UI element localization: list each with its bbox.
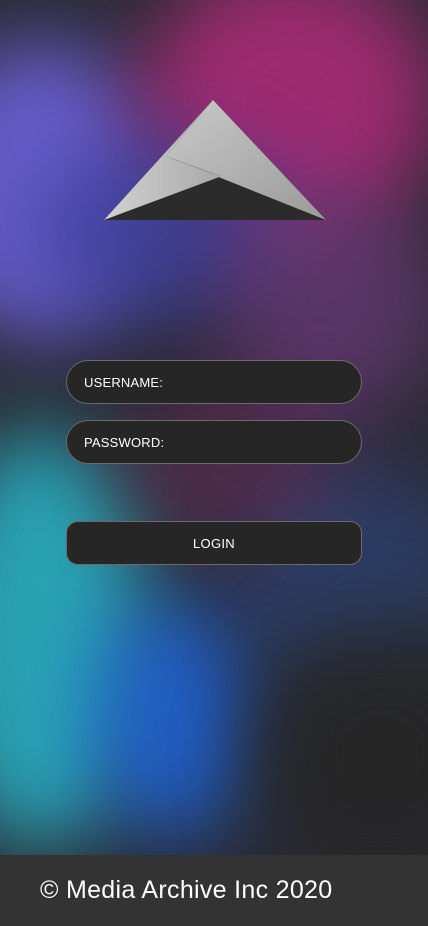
login-button[interactable]: LOGIN xyxy=(66,521,362,565)
username-label: USERNAME: xyxy=(84,374,164,390)
password-field[interactable]: PASSWORD: xyxy=(66,420,362,464)
password-label: PASSWORD: xyxy=(84,434,165,450)
background-blob xyxy=(90,600,260,840)
footer: © Media Archive Inc 2020 xyxy=(0,855,428,926)
username-field[interactable]: USERNAME: xyxy=(66,360,362,404)
login-button-label: LOGIN xyxy=(193,535,235,551)
copyright-text: © Media Archive Inc 2020 xyxy=(40,876,333,904)
login-screen: USERNAME: PASSWORD: LOGIN © Media Archiv… xyxy=(0,0,428,926)
mountain-logo-icon xyxy=(104,100,326,220)
